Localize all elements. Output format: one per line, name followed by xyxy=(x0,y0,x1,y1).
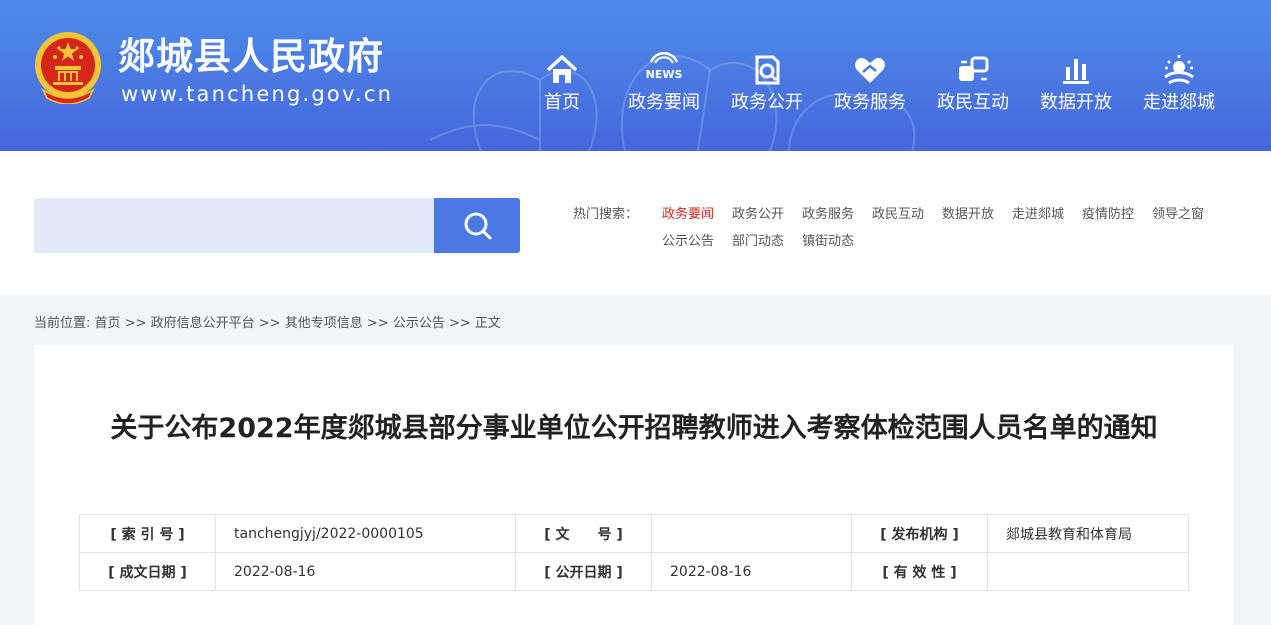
heart-service-icon xyxy=(855,58,885,83)
nav-item-news[interactable]: NEWS 政务要闻 xyxy=(612,52,716,122)
home-icon xyxy=(546,55,578,83)
hot-link-interaction[interactable]: 政民互动 xyxy=(872,203,924,222)
hot-link-open-government[interactable]: 政务公开 xyxy=(732,203,784,222)
hot-link-announcements[interactable]: 公示公告 xyxy=(662,230,714,249)
meta-public-date-value: 2022-08-16 xyxy=(651,552,852,591)
nav-item-services[interactable]: 政务服务 xyxy=(818,52,922,122)
meta-public-date-label: [ 公开日期 ] xyxy=(515,552,652,591)
article-card: 关于公布2022年度郯城县部分事业单位公开招聘教师进入考察体检范围人员名单的通知… xyxy=(34,345,1233,625)
bar-chart-icon xyxy=(1063,59,1089,84)
search-icon xyxy=(464,212,492,240)
breadcrumb-separator: >> xyxy=(258,316,281,331)
table-row: [ 成文日期 ] 2022-08-16 [ 公开日期 ] 2022-08-16 … xyxy=(79,552,1189,591)
meta-doc-no-label: [ 文 号 ] xyxy=(515,514,652,553)
hot-link-services[interactable]: 政务服务 xyxy=(802,203,854,222)
breadcrumb-item-other-info[interactable]: 其他专项信息 xyxy=(285,316,363,331)
meta-written-date-label: [ 成文日期 ] xyxy=(79,552,216,591)
svg-text:NEWS: NEWS xyxy=(646,68,682,81)
nav-label: 数据开放 xyxy=(1040,92,1112,113)
hot-link-government-news[interactable]: 政务要闻 xyxy=(662,203,714,222)
sunrise-icon xyxy=(1164,55,1194,85)
meta-written-date-value: 2022-08-16 xyxy=(215,552,516,591)
meta-doc-no-value xyxy=(651,514,852,553)
nav-item-about-tancheng[interactable]: 走进郯城 xyxy=(1127,52,1231,122)
national-emblem-icon xyxy=(35,32,101,104)
interaction-icon xyxy=(959,56,989,81)
search-input[interactable] xyxy=(34,198,436,253)
nav-label: 政务服务 xyxy=(834,92,906,113)
hot-link-about-tancheng[interactable]: 走进郯城 xyxy=(1012,203,1064,222)
article-title: 关于公布2022年度郯城县部分事业单位公开招聘教师进入考察体检范围人员名单的通知 xyxy=(110,413,1158,444)
site-header: 郯城县人民政府 www.tancheng.gov.cn 首页 NEWS 政务要闻 xyxy=(0,0,1271,151)
open-document-icon xyxy=(755,55,780,85)
search-button[interactable] xyxy=(434,198,520,253)
breadcrumb-item-announcements[interactable]: 公示公告 xyxy=(393,316,445,331)
meta-index-value: tanchengjyj/2022-0000105 xyxy=(215,514,516,553)
site-name[interactable]: 郯城县人民政府 xyxy=(118,34,384,80)
hot-link-leaders[interactable]: 领导之窗 xyxy=(1152,203,1204,222)
nav-item-home[interactable]: 首页 xyxy=(510,52,614,122)
search-section: 热门搜索： 政务要闻 政务公开 政务服务 政民互动 数据开放 走进郯城 疫情防控… xyxy=(0,151,1271,295)
breadcrumb-item-current: 正文 xyxy=(474,316,501,331)
nav-label: 政务要闻 xyxy=(628,92,700,113)
hot-link-town-news[interactable]: 镇街动态 xyxy=(802,230,854,249)
meta-validity-label: [ 有 效 性 ] xyxy=(851,552,988,591)
nav-item-interaction[interactable]: 政民互动 xyxy=(921,52,1025,122)
news-icon: NEWS xyxy=(646,52,682,81)
meta-publisher-value: 郯城县教育和体育局 xyxy=(987,514,1189,553)
main-nav: 首页 NEWS 政务要闻 政务公开 政务服务 政民互动 数据开放 走进郯城 xyxy=(510,52,1230,122)
breadcrumb-item-home[interactable]: 首页 xyxy=(95,316,121,331)
site-url: www.tancheng.gov.cn xyxy=(121,82,394,106)
hot-link-open-data[interactable]: 数据开放 xyxy=(942,203,994,222)
breadcrumb-separator: >> xyxy=(366,316,389,331)
table-row: [ 索 引 号 ] tanchengjyj/2022-0000105 [ 文 号… xyxy=(79,514,1189,553)
nav-label: 走进郯城 xyxy=(1143,92,1215,113)
breadcrumb-prefix: 当前位置: xyxy=(34,316,91,331)
meta-index-label: [ 索 引 号 ] xyxy=(79,514,216,553)
breadcrumb: 当前位置: 首页 >> 政府信息公开平台 >> 其他专项信息 >> 公示公告 >… xyxy=(34,312,501,331)
nav-label: 首页 xyxy=(544,92,580,113)
meta-publisher-label: [ 发布机构 ] xyxy=(851,514,988,553)
nav-item-open-data[interactable]: 数据开放 xyxy=(1024,52,1128,122)
breadcrumb-item-info-platform[interactable]: 政府信息公开平台 xyxy=(151,316,255,331)
nav-item-open-government[interactable]: 政务公开 xyxy=(715,52,819,122)
hot-link-department-news[interactable]: 部门动态 xyxy=(732,230,784,249)
nav-label: 政民互动 xyxy=(937,92,1009,113)
breadcrumb-separator: >> xyxy=(448,316,471,331)
nav-label: 政务公开 xyxy=(731,92,803,113)
meta-validity-value xyxy=(987,552,1189,591)
breadcrumb-separator: >> xyxy=(124,316,147,331)
hot-link-epidemic[interactable]: 疫情防控 xyxy=(1082,203,1134,222)
hot-search-label: 热门搜索： xyxy=(573,207,639,222)
article-meta-table: [ 索 引 号 ] tanchengjyj/2022-0000105 [ 文 号… xyxy=(79,514,1189,591)
